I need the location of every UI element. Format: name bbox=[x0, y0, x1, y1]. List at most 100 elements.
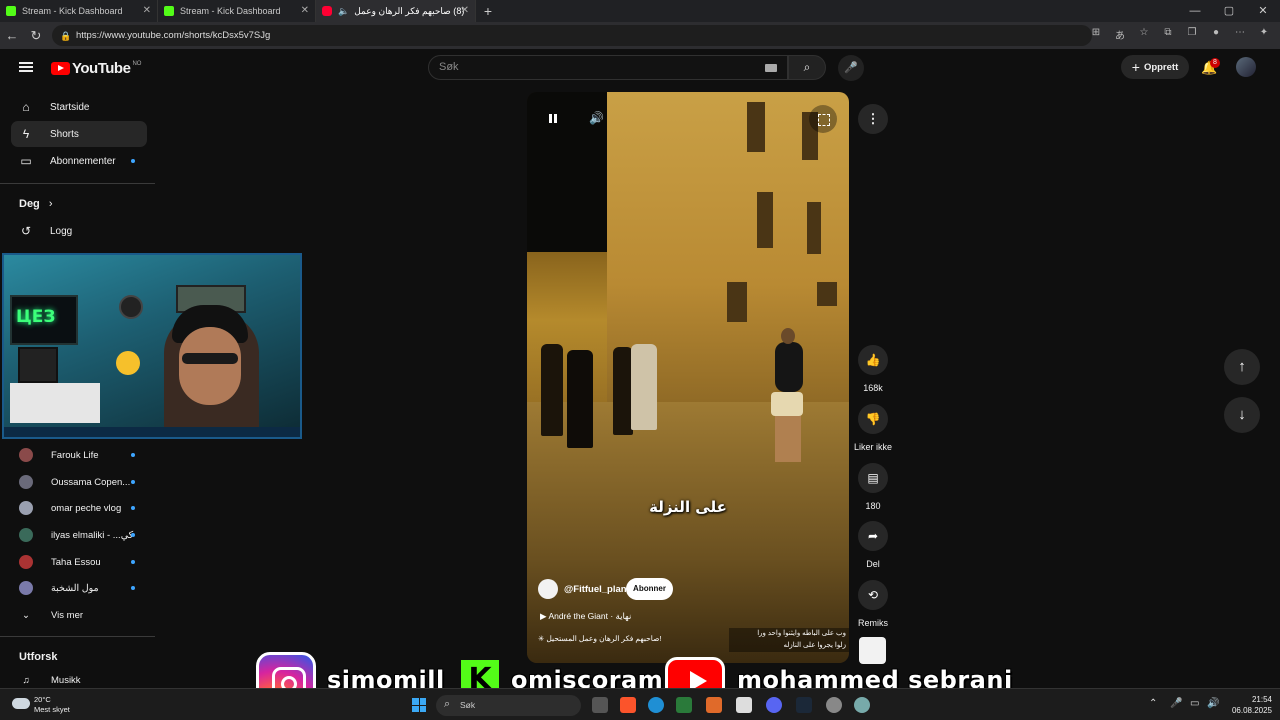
channel-name: Taha Essou bbox=[51, 556, 101, 568]
back-icon[interactable]: ← bbox=[0, 28, 24, 43]
close-window-button[interactable]: ✕ bbox=[1246, 0, 1280, 22]
share-icon[interactable]: ➦ bbox=[858, 521, 888, 551]
app-icon[interactable] bbox=[826, 697, 842, 713]
cloud-icon[interactable] bbox=[12, 698, 30, 709]
profile-icon[interactable]: ● bbox=[1208, 27, 1224, 42]
like-action[interactable]: 👍 168k bbox=[843, 345, 903, 393]
pause-icon[interactable] bbox=[545, 112, 561, 126]
tab-youtube-shorts[interactable]: 🔈 (8) صاحبهم فكر الرهان وعمل ✕ bbox=[316, 0, 476, 22]
sidebar-item-subscriptions[interactable]: ▭ Abonnementer bbox=[11, 148, 147, 174]
channel-name: ilyas elmaliki - ...كي bbox=[51, 529, 134, 541]
subscription-item[interactable]: Oussama Copen... bbox=[19, 471, 149, 493]
new-content-dot bbox=[131, 533, 135, 537]
previous-short-button[interactable]: ↑ bbox=[1224, 349, 1260, 385]
brave-icon[interactable] bbox=[620, 697, 636, 713]
remix-action[interactable]: ⟲ Remiks bbox=[843, 580, 903, 628]
comment-icon[interactable]: ▤ bbox=[858, 463, 888, 493]
chevron-right-icon: › bbox=[48, 198, 53, 210]
subscription-item[interactable]: Taha Essou bbox=[19, 551, 149, 573]
chevron-up-icon[interactable]: ⌃ bbox=[1149, 698, 1157, 709]
browser-tab-bar: Stream - Kick Dashboard ✕ Stream - Kick … bbox=[0, 0, 1280, 22]
more-options-button[interactable]: ⋮ bbox=[858, 104, 888, 134]
taskbar-search[interactable]: Søk bbox=[436, 695, 581, 716]
favorite-icon[interactable]: ☆ bbox=[1136, 27, 1152, 42]
minimize-button[interactable]: — bbox=[1178, 0, 1212, 22]
like-icon[interactable]: 👍 bbox=[858, 345, 888, 375]
sidebar-item-label: Shorts bbox=[50, 128, 79, 140]
maximize-button[interactable]: ▢ bbox=[1212, 0, 1246, 22]
keyboard-icon[interactable] bbox=[765, 64, 777, 72]
comment-action[interactable]: ▤ 180 bbox=[843, 463, 903, 511]
fullscreen-icon[interactable] bbox=[809, 105, 837, 133]
store-icon[interactable] bbox=[736, 697, 752, 713]
start-icon[interactable] bbox=[412, 698, 426, 712]
url-field[interactable]: 🔒 https://www.youtube.com/shorts/kcDsx5v… bbox=[52, 25, 1092, 46]
discord-icon[interactable] bbox=[766, 697, 782, 713]
avatar[interactable] bbox=[1236, 57, 1256, 77]
refresh-icon[interactable]: ↻ bbox=[24, 28, 48, 44]
speaker-icon[interactable]: 🔈 bbox=[338, 6, 349, 17]
menu-icon[interactable]: ⋯ bbox=[1232, 27, 1248, 42]
music-track[interactable]: ▶ André the Giant · نهاية bbox=[540, 611, 631, 622]
subscription-item[interactable]: Farouk Life bbox=[19, 444, 149, 466]
subscribe-button[interactable]: Abonner bbox=[626, 578, 673, 600]
app-icon[interactable] bbox=[706, 697, 722, 713]
neon-sign: ЦЕЗ bbox=[16, 307, 56, 327]
video-title[interactable]: ✳ صاحبهم فكر الرهان وعمل المستحيل! bbox=[538, 634, 661, 643]
clock[interactable]: 21:54 06.08.2025 bbox=[1228, 694, 1272, 716]
subscription-item[interactable]: omar peche vlog bbox=[19, 497, 149, 519]
share-action[interactable]: ➦ Del bbox=[843, 521, 903, 569]
translate-icon[interactable]: あ bbox=[1112, 27, 1128, 42]
sidebar-item-home[interactable]: ⌂ Startside bbox=[11, 94, 147, 120]
copilot-icon[interactable]: ✦ bbox=[1256, 27, 1272, 42]
dislike-icon[interactable]: 👎 bbox=[858, 404, 888, 434]
channel-avatar bbox=[19, 555, 33, 569]
subscription-item[interactable]: مول الشخبة bbox=[19, 577, 149, 599]
microphone-icon[interactable]: 🎤 bbox=[1170, 698, 1182, 709]
channel-avatar[interactable] bbox=[538, 579, 558, 599]
microphone-button[interactable]: 🎤 bbox=[838, 55, 864, 81]
task-view-icon[interactable] bbox=[592, 697, 608, 713]
edge-icon[interactable] bbox=[648, 697, 664, 713]
microphone-icon: 🎤 bbox=[844, 62, 858, 74]
search-button[interactable]: ⌕ bbox=[788, 55, 826, 80]
new-tab-button[interactable]: + bbox=[476, 3, 500, 19]
dislike-action[interactable]: 👎 Liker ikke bbox=[843, 404, 903, 452]
next-short-button[interactable]: ↓ bbox=[1224, 397, 1260, 433]
app-icon[interactable] bbox=[676, 697, 692, 713]
steam-icon[interactable] bbox=[796, 697, 812, 713]
close-icon[interactable]: ✕ bbox=[143, 5, 151, 16]
weather-widget[interactable]: 20°C Mest skyet bbox=[34, 695, 70, 715]
lock-icon: 🔒 bbox=[60, 30, 72, 41]
youtube-logo[interactable]: YouTube NO bbox=[51, 60, 141, 77]
sidebar-item-shorts[interactable]: ϟ Shorts bbox=[11, 121, 147, 147]
create-label: Opprett bbox=[1143, 61, 1179, 73]
search-input[interactable]: Søk bbox=[428, 55, 788, 80]
show-more-button[interactable]: ⌄ Vis mer bbox=[19, 604, 149, 626]
address-bar: ← ↻ 🔒 https://www.youtube.com/shorts/kcD… bbox=[0, 22, 1280, 49]
remix-icon[interactable]: ⟲ bbox=[858, 580, 888, 610]
time: 21:54 bbox=[1251, 695, 1272, 704]
channel-name[interactable]: @Fitfuel_plan bbox=[564, 584, 627, 595]
channel-avatar bbox=[19, 501, 33, 515]
collections-icon[interactable]: ❐ bbox=[1184, 27, 1200, 42]
youtube-header: YouTube NO Søk ⌕ 🎤 + Opprett 🔔 8 bbox=[0, 49, 1280, 87]
tab-kick-dashboard-1[interactable]: Stream - Kick Dashboard ✕ bbox=[0, 0, 158, 22]
settings-icon[interactable] bbox=[854, 697, 870, 713]
sidebar-item-history[interactable]: ↺ Logg bbox=[11, 218, 147, 244]
tab-kick-dashboard-2[interactable]: Stream - Kick Dashboard ✕ bbox=[158, 0, 316, 22]
volume-icon[interactable]: 🔊 bbox=[1207, 698, 1219, 709]
you-section-heading[interactable]: Deg › bbox=[19, 198, 53, 210]
close-icon[interactable]: ✕ bbox=[301, 5, 309, 16]
network-icon[interactable]: ▭ bbox=[1190, 698, 1199, 709]
menu-icon[interactable] bbox=[19, 62, 33, 72]
extensions-icon[interactable]: ⧉ bbox=[1160, 27, 1176, 42]
shorts-video-player[interactable]: على النزلة 🔊 @Fitfuel_plan Abonner ▶ And… bbox=[527, 92, 849, 663]
volume-icon[interactable]: 🔊 bbox=[589, 111, 604, 125]
close-icon[interactable]: ✕ bbox=[461, 5, 469, 16]
explore-section-heading: Utforsk bbox=[19, 651, 58, 663]
app-icon[interactable]: ⊞ bbox=[1088, 27, 1104, 42]
create-button[interactable]: + Opprett bbox=[1121, 55, 1189, 79]
subscription-item[interactable]: ilyas elmaliki - ...كي bbox=[19, 524, 149, 546]
overlay-line: زلوا يجروا على النازله bbox=[783, 642, 846, 649]
